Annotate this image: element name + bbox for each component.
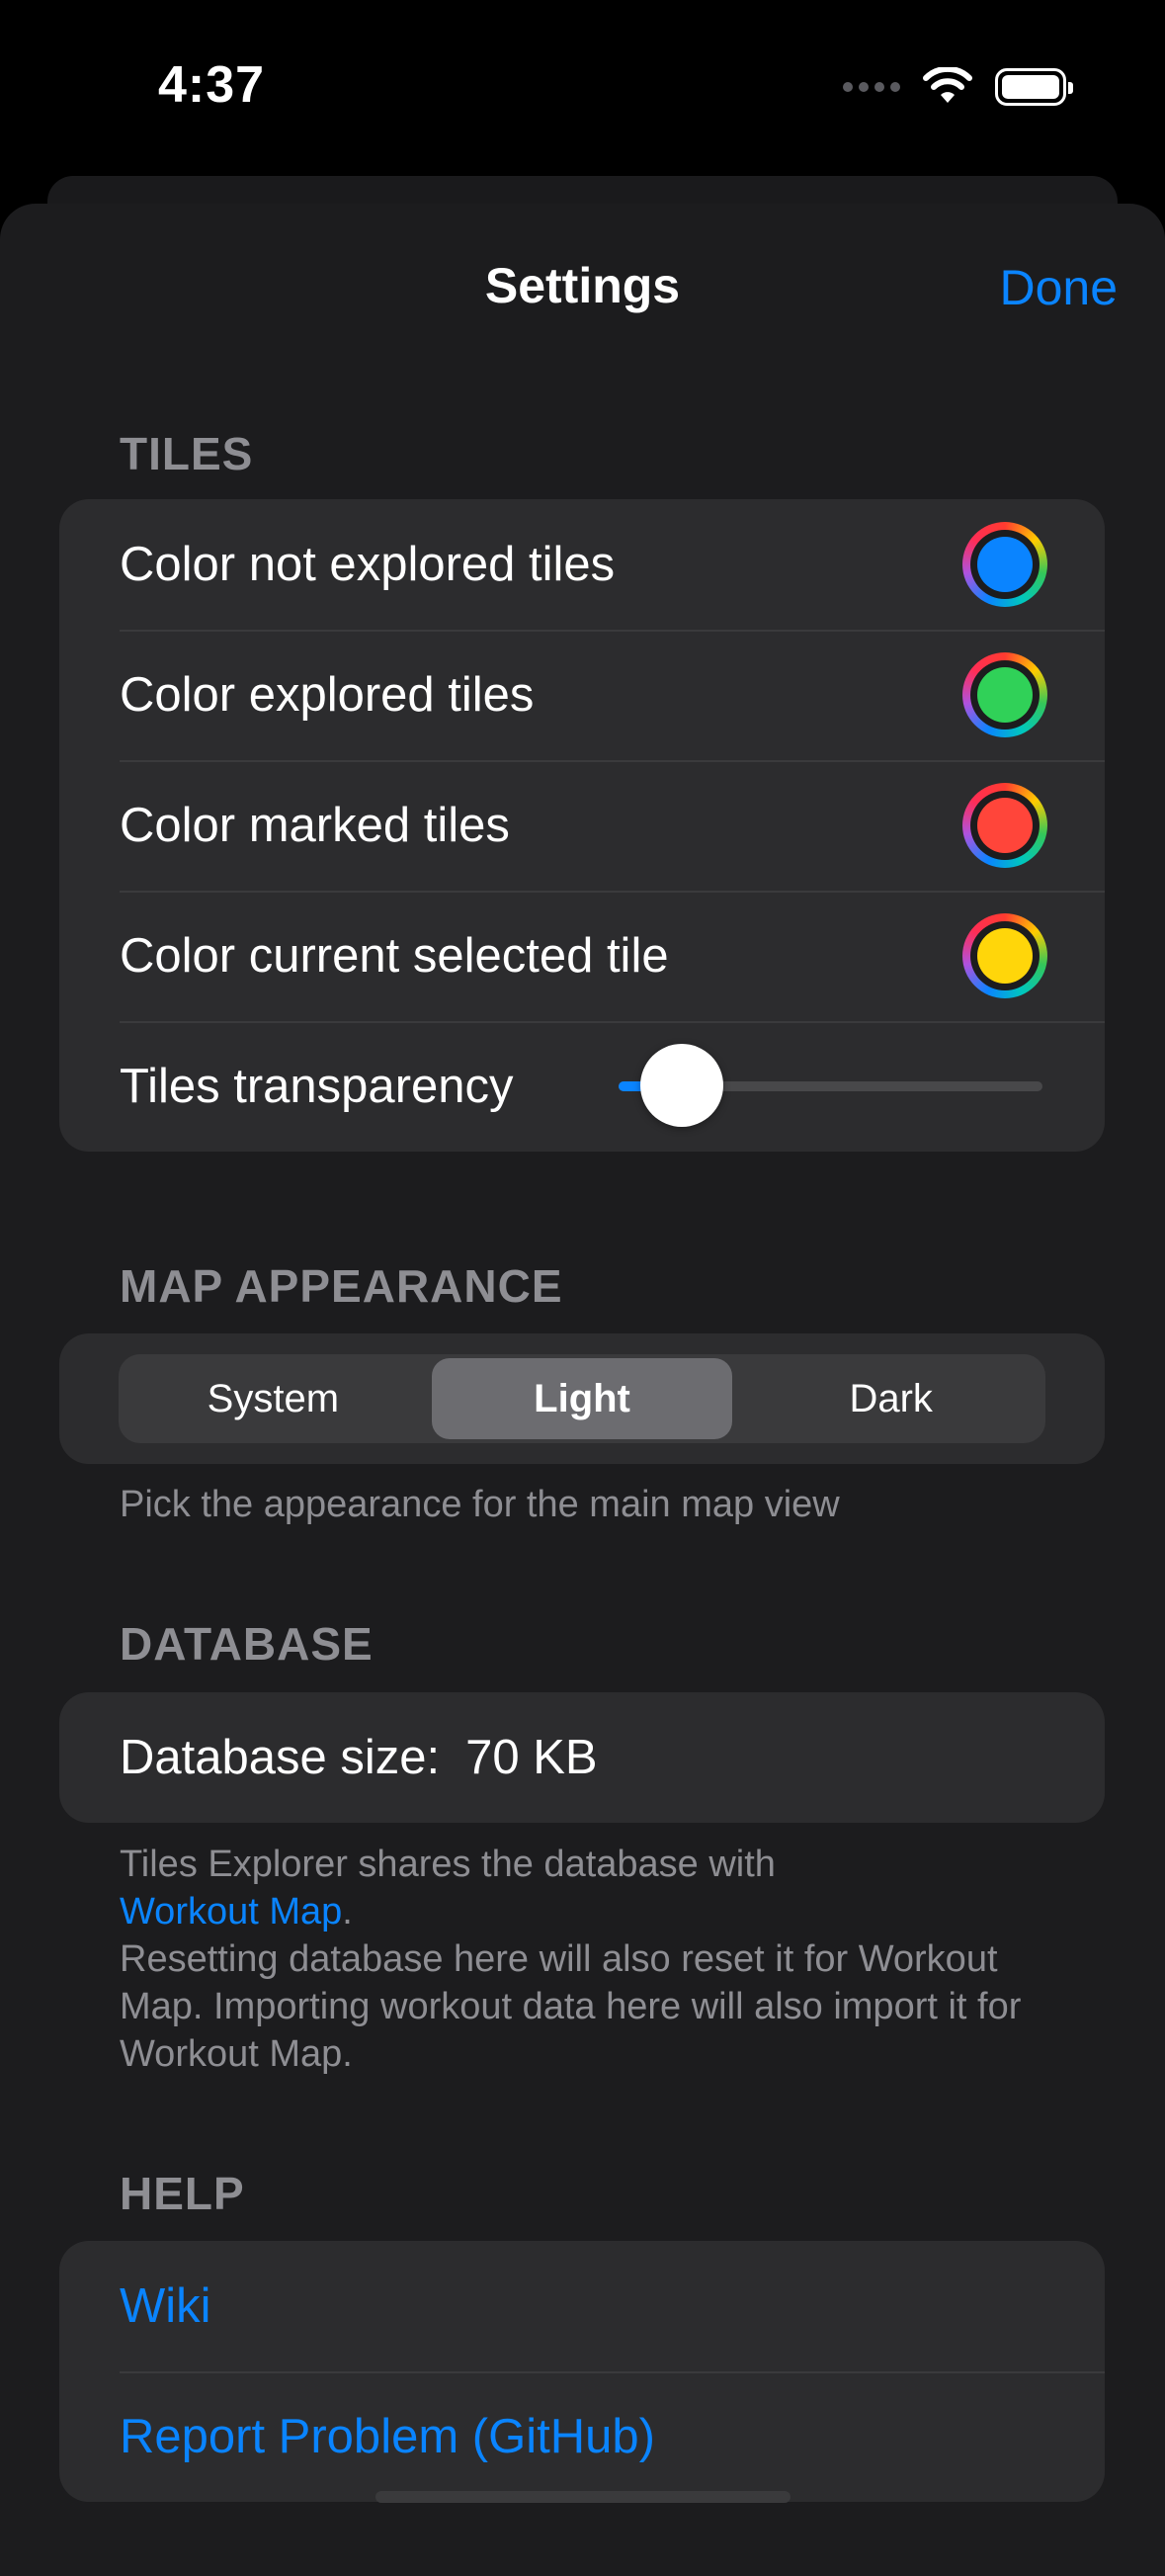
database-size-label: Database size: [120,1731,441,1784]
color-swatch-dot [977,928,1033,984]
segment-dark[interactable]: Dark [740,1358,1041,1439]
color-picker-marked[interactable] [962,783,1047,868]
database-footer: Tiles Explorer shares the database with … [120,1841,1068,2078]
transparency-slider[interactable] [619,1044,1042,1127]
row-label: Color current selected tile [120,929,669,983]
database-footer-line: Workout Map. [120,1888,1068,1935]
row-color-current-selected[interactable]: Color current selected tile [59,891,1105,1021]
row-label: Color marked tiles [120,799,510,852]
row-color-marked[interactable]: Color marked tiles [59,760,1105,891]
status-time: 4:37 [158,56,266,114]
cellular-signal-icon [843,82,900,92]
section-header-database: DATABASE [120,1618,374,1670]
map-appearance-footer: Pick the appearance for the main map vie… [120,1484,840,1525]
tiles-group: Color not explored tiles Color explored … [59,499,1105,1152]
database-group: Database size: 70 KB [59,1692,1105,1823]
row-label: Color explored tiles [120,668,535,722]
color-picker-not-explored[interactable] [962,522,1047,607]
wiki-label: Wiki [120,2279,211,2333]
help-group: Wiki Report Problem (GitHub) [59,2241,1105,2502]
segment-system[interactable]: System [123,1358,424,1439]
footer-period: . [342,1891,353,1932]
database-footer-note: Resetting database here will also reset … [120,1938,1022,2075]
section-header-map-appearance: MAP APPEARANCE [120,1260,563,1312]
database-footer-line: Tiles Explorer shares the database with [120,1844,776,1885]
database-size-value: 70 KB [465,1731,598,1784]
row-label: Tiles transparency [120,1060,514,1113]
status-icons [843,61,1073,113]
color-picker-explored[interactable] [962,652,1047,737]
done-button[interactable]: Done [999,259,1118,316]
row-tiles-transparency: Tiles transparency [59,1021,1105,1152]
report-problem-link[interactable]: Report Problem (GitHub) [59,2371,1105,2502]
color-swatch-dot [977,798,1033,853]
row-color-not-explored[interactable]: Color not explored tiles [59,499,1105,630]
status-bar: 4:37 [0,0,1165,158]
row-label: Color not explored tiles [120,538,616,591]
segment-light[interactable]: Light [431,1358,733,1439]
home-indicator [375,2491,791,2503]
map-appearance-group: System Light Dark [59,1333,1105,1464]
page-title: Settings [484,258,681,313]
battery-icon [995,68,1073,106]
color-picker-current-selected[interactable] [962,913,1047,998]
section-header-tiles: TILES [120,428,254,479]
section-header-help: HELP [120,2168,245,2219]
row-color-explored[interactable]: Color explored tiles [59,630,1105,760]
workout-map-link[interactable]: Workout Map [120,1891,342,1932]
slider-thumb[interactable] [640,1044,724,1127]
wifi-icon [923,67,972,103]
color-swatch-dot [977,537,1033,592]
appearance-segmented-control[interactable]: System Light Dark [119,1354,1045,1443]
color-swatch-dot [977,667,1033,723]
report-problem-label: Report Problem (GitHub) [120,2410,655,2463]
row-database-size: Database size: 70 KB [59,1692,1105,1823]
wiki-link[interactable]: Wiki [59,2241,1105,2371]
